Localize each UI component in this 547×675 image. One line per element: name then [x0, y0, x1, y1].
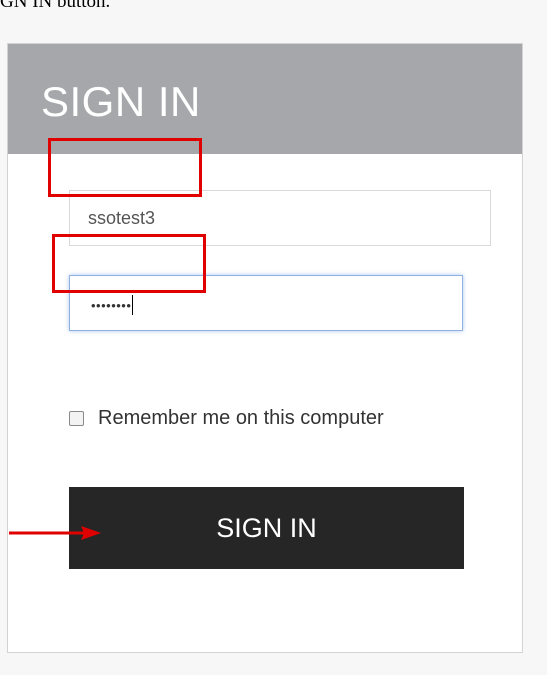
password-mask: •••••••• — [91, 295, 134, 315]
arrow-head — [81, 526, 101, 540]
remember-me-checkbox[interactable] — [69, 410, 84, 426]
text-caret — [132, 295, 134, 315]
red-arrow-icon — [9, 526, 101, 540]
sign-in-title: SIGN IN — [41, 78, 201, 125]
password-highlight-box — [52, 234, 206, 293]
sign-in-card: SIGN IN •••••••• Remember me on this com… — [7, 43, 523, 653]
sign-in-button[interactable]: SIGN IN — [69, 487, 464, 569]
caption-fragment: GN IN button. — [0, 0, 111, 12]
remember-me-label: Remember me on this computer — [98, 407, 384, 429]
remember-me-row[interactable]: Remember me on this computer — [69, 406, 384, 430]
username-highlight-box — [48, 138, 202, 197]
password-mask-text: •••••••• — [91, 298, 132, 313]
